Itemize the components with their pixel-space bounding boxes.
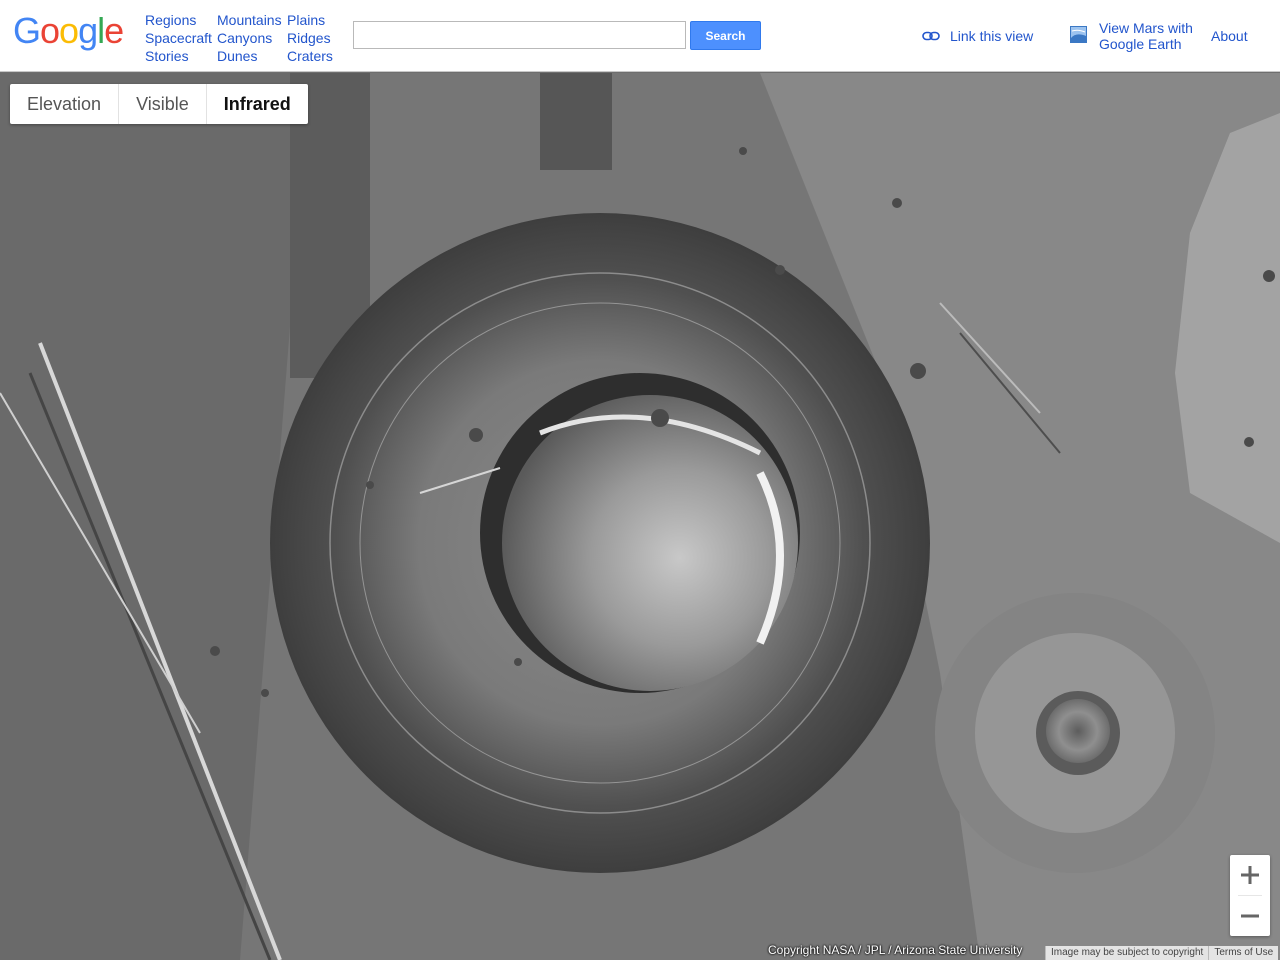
nav-link-canyons[interactable]: Canyons (217, 29, 282, 47)
minus-icon (1241, 914, 1259, 918)
terms-of-use-link[interactable]: Terms of Use (1208, 946, 1278, 960)
zoom-in-button[interactable] (1230, 855, 1270, 895)
tab-elevation[interactable]: Elevation (10, 84, 120, 124)
logo-letter: l (97, 10, 105, 51)
mars-terrain-image (0, 73, 1280, 960)
nav-link-mountains[interactable]: Mountains (217, 11, 282, 29)
zoom-out-button[interactable] (1230, 896, 1270, 936)
link-this-view-label: Link this view (950, 28, 1034, 44)
tab-visible[interactable]: Visible (119, 84, 207, 124)
map-footer-links: Image may be subject to copyright Terms … (1045, 946, 1279, 960)
nav-column-3: Plains Ridges Craters (287, 11, 333, 65)
copyright-notice: Copyright NASA / JPL / Arizona State Uni… (768, 943, 1023, 957)
logo-letter: o (40, 10, 60, 51)
zoom-control (1230, 855, 1270, 936)
view-in-google-earth-link[interactable]: View Mars with Google Earth (1070, 20, 1199, 52)
logo-letter: G (13, 10, 41, 51)
nav-link-dunes[interactable]: Dunes (217, 47, 282, 65)
nav-link-stories[interactable]: Stories (145, 47, 212, 65)
mars-map-view[interactable] (0, 73, 1280, 960)
search-button[interactable]: Search (690, 21, 761, 50)
google-earth-label: View Mars with Google Earth (1099, 20, 1193, 52)
map-layer-tabs: Elevation Visible Infrared (10, 84, 308, 124)
nav-link-spacecraft[interactable]: Spacecraft (145, 29, 212, 47)
nav-link-regions[interactable]: Regions (145, 11, 212, 29)
google-earth-icon (1070, 26, 1087, 43)
plus-icon (1241, 866, 1259, 884)
link-this-view[interactable]: Link this view (922, 28, 1033, 44)
nav-link-ridges[interactable]: Ridges (287, 29, 333, 47)
logo-letter: o (59, 10, 79, 51)
about-link[interactable]: About (1211, 28, 1248, 44)
logo-letter: e (104, 10, 124, 51)
nav-link-plains[interactable]: Plains (287, 11, 333, 29)
nav-column-2: Mountains Canyons Dunes (217, 11, 282, 65)
nav-link-craters[interactable]: Craters (287, 47, 333, 65)
nav-column-1: Regions Spacecraft Stories (145, 11, 212, 65)
tab-infrared[interactable]: Infrared (207, 84, 308, 124)
link-icon (922, 31, 940, 41)
search-input[interactable] (353, 21, 686, 49)
header-bar: Google Regions Spacecraft Stories Mounta… (0, 0, 1280, 72)
image-copyright-note: Image may be subject to copyright (1045, 946, 1208, 960)
logo-letter: g (78, 10, 98, 51)
google-logo[interactable]: Google (13, 10, 124, 51)
